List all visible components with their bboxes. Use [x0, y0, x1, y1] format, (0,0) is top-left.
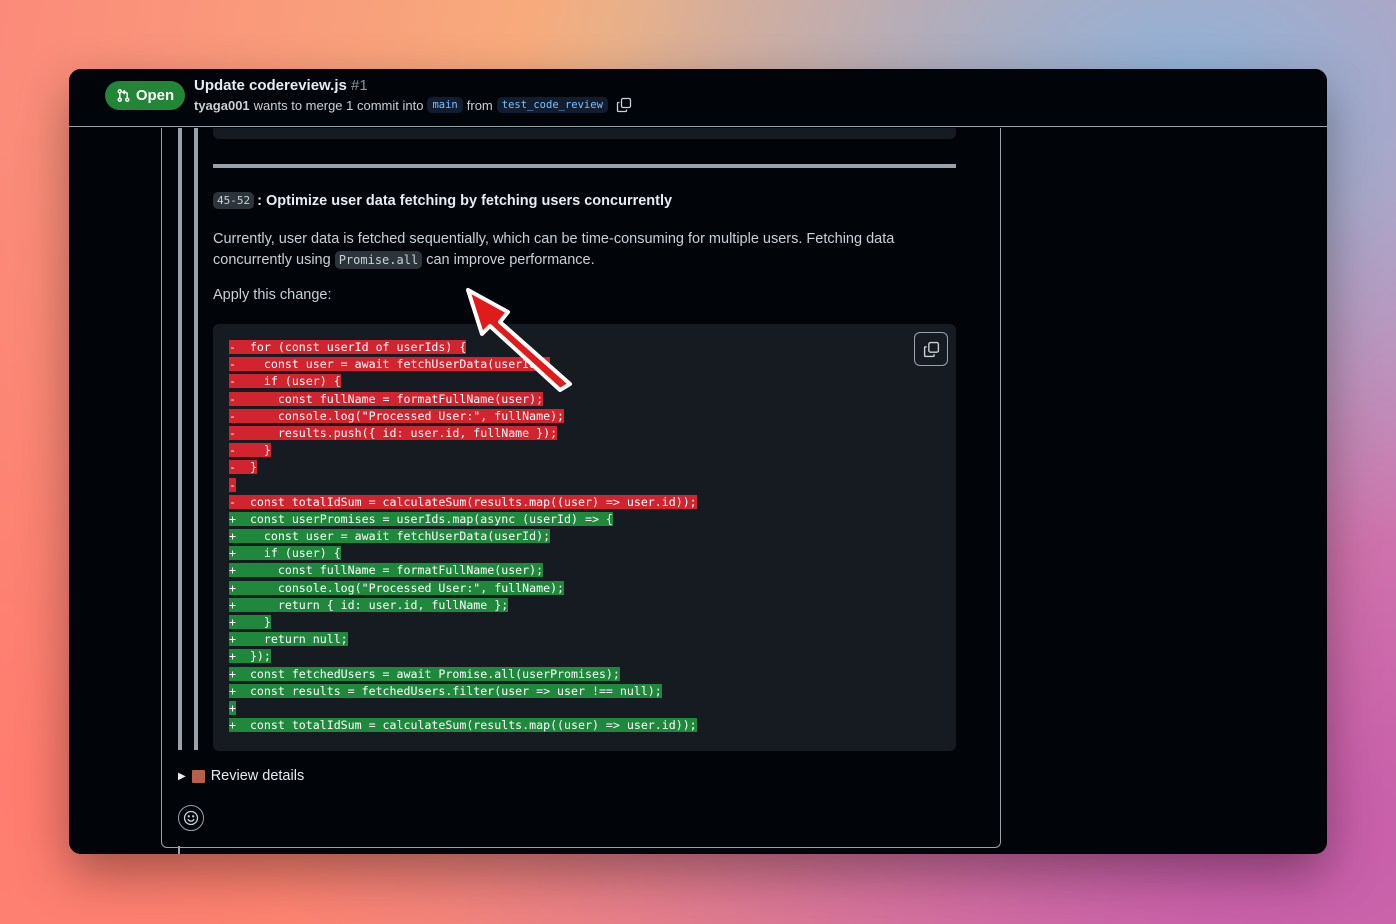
annotation-arrow-icon	[466, 288, 572, 392]
diff-line-addition: + const userPromises = userIds.map(async…	[229, 511, 697, 528]
diff-line-addition: + }	[229, 614, 697, 631]
suggestion-description: Currently, user data is fetched sequenti…	[213, 229, 933, 271]
diff-line-text: - results.push({ id: user.id, fullName }…	[229, 425, 558, 440]
diff-line-text: - }	[229, 443, 271, 458]
apply-change-label: Apply this change:	[213, 287, 332, 303]
copy-code-button[interactable]	[914, 332, 948, 366]
copy-icon[interactable]	[616, 97, 632, 113]
git-pull-request-icon	[117, 89, 130, 102]
diff-line-addition: + if (user) {	[229, 545, 697, 562]
line-range-chip: 45-52	[213, 192, 255, 209]
diff-code-block: - for (const userId of userIds) { - const…	[213, 324, 956, 751]
desc-inline-code: Promise.all	[334, 251, 423, 269]
suggestion-title: 45-52 : Optimize user data fetching by f…	[213, 192, 672, 209]
pr-status-label: Open	[135, 87, 175, 104]
diff-line-addition: + return null;	[229, 631, 697, 648]
diff-line-addition: + const fetchedUsers = await Promise.all…	[229, 666, 697, 683]
diff-line-text: + return null;	[229, 632, 348, 647]
diff-line-deletion: - const totalIdSum = calculateSum(result…	[229, 494, 697, 511]
diff-line-addition: + console.log("Processed User:", fullNam…	[229, 580, 697, 597]
thread-line-tail	[178, 846, 180, 854]
diff-line-deletion: - }	[229, 442, 697, 459]
pr-title: Update codereview.js #1	[194, 77, 368, 94]
conversation-content: 45-52 : Optimize user data fetching by f…	[69, 128, 1327, 854]
pr-author-link[interactable]: tyaga001	[194, 98, 250, 113]
diff-line-text: + const userPromises = userIds.map(async…	[229, 511, 613, 526]
diff-line-text: + const user = await fetchUserData(userI…	[229, 529, 551, 544]
diff-line-text: - console.log("Processed User:", fullNam…	[229, 408, 565, 423]
diff-line-text: + const fetchedUsers = await Promise.all…	[229, 666, 620, 681]
diff-line-text: - for (const userId of userIds) {	[229, 340, 467, 354]
diff-line-addition: + const user = await fetchUserData(userI…	[229, 528, 697, 545]
previous-code-block	[213, 128, 956, 139]
pr-number: #1	[351, 77, 368, 94]
pr-title-text: Update codereview.js	[194, 77, 347, 94]
thread-line-inner	[194, 128, 198, 750]
section-separator	[213, 164, 956, 168]
diff-line-text: - if (user) {	[229, 374, 341, 389]
diff-line-addition: + return { id: user.id, fullName };	[229, 597, 697, 614]
diff-line-addition: + const totalIdSum = calculateSum(result…	[229, 717, 697, 734]
diff-line-addition: + const results = fetchedUsers.filter(us…	[229, 683, 697, 700]
triangle-right-icon: ▶	[178, 770, 186, 782]
thread-line-outer	[178, 128, 182, 750]
diff-line-text: + }	[229, 615, 271, 629]
diff-line-deletion: -	[229, 477, 697, 494]
desc-text-after: can improve performance.	[426, 252, 595, 268]
diff-line-text: + return { id: user.id, fullName };	[229, 597, 509, 612]
diff-line-deletion: - }	[229, 459, 697, 476]
diff-line-addition: +	[229, 700, 697, 717]
copy-icon	[923, 341, 939, 357]
diff-line-text: + const fullName = formatFullName(user);	[229, 563, 544, 578]
diff-line-text: + });	[229, 649, 271, 664]
diff-line-deletion: - results.push({ id: user.id, fullName }…	[229, 425, 697, 442]
review-details-label: Review details	[210, 768, 305, 784]
diff-line-text: + const totalIdSum = calculateSum(result…	[229, 718, 697, 733]
add-reaction-button[interactable]	[178, 805, 204, 831]
diff-line-deletion: - console.log("Processed User:", fullNam…	[229, 408, 697, 425]
diff-line-text: - }	[229, 460, 257, 475]
diff-line-text: + if (user) {	[229, 546, 341, 561]
pr-merge-info: tyaga001 wants to merge 1 commit into ma…	[194, 97, 632, 113]
pr-status-badge: Open	[105, 81, 185, 110]
diff-line-text: - const totalIdSum = calculateSum(result…	[229, 494, 697, 509]
books-icon	[191, 769, 205, 783]
diff-lines: - for (const userId of userIds) { - const…	[229, 339, 697, 734]
pr-header: Open Update codereview.js #1 tyaga001 wa…	[69, 69, 1327, 127]
base-branch-link[interactable]: main	[427, 97, 463, 113]
diff-line-text: -	[229, 477, 236, 492]
suggestion-title-text: : Optimize user data fetching by fetchin…	[257, 192, 673, 209]
diff-line-addition: + });	[229, 648, 697, 665]
app-window: Open Update codereview.js #1 tyaga001 wa…	[69, 69, 1327, 854]
smiley-icon	[183, 810, 199, 826]
diff-line-addition: + const fullName = formatFullName(user);	[229, 562, 697, 579]
pr-merge-text: wants to merge 1 commit into	[253, 97, 424, 113]
pr-from-text: from	[466, 97, 493, 113]
diff-line-text: +	[229, 700, 236, 715]
diff-line-text: + const results = fetchedUsers.filter(us…	[229, 683, 662, 698]
diff-line-text: + console.log("Processed User:", fullNam…	[229, 580, 565, 595]
review-details-toggle[interactable]: ▶ Review details	[178, 768, 304, 784]
head-branch-link[interactable]: test_code_review	[496, 97, 608, 113]
